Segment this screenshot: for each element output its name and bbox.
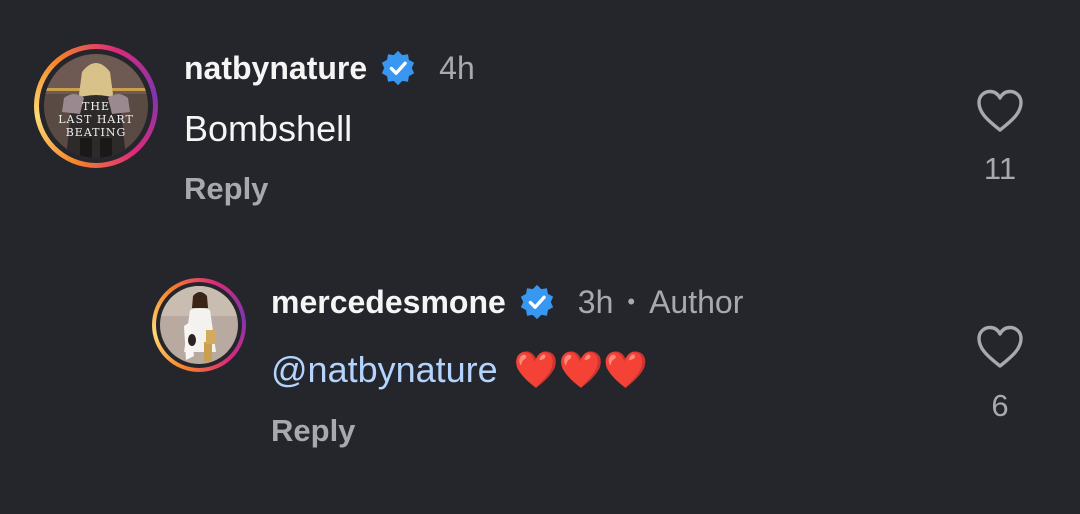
comment-text: Bombshell — [184, 108, 353, 149]
comment-time: 3h — [577, 283, 614, 320]
author-badge: Author — [649, 283, 744, 320]
reply-button[interactable]: Reply — [271, 413, 355, 449]
verified-badge-icon — [379, 49, 417, 87]
comment-natbynature: THE LAST HART BEATING natbynature 4h Bom… — [0, 0, 1080, 230]
mention-link[interactable]: @natbynature — [271, 349, 498, 390]
comment-mercedesmone: mercedesmone 3h • Author @natbynature ❤️… — [0, 240, 1080, 514]
comment-username[interactable]: mercedesmone — [271, 284, 506, 321]
avatar: THE LAST HART BEATING — [44, 54, 148, 158]
heart-outline-icon[interactable] — [976, 88, 1024, 134]
comment-username[interactable]: natbynature — [184, 50, 367, 87]
like-count: 11 — [983, 151, 1017, 186]
comments-screen: THE LAST HART BEATING natbynature 4h Bom… — [0, 0, 1080, 514]
like-count: 6 — [991, 388, 1009, 423]
heart-outline-icon[interactable] — [976, 324, 1024, 370]
avatar — [160, 286, 238, 364]
reply-button[interactable]: Reply — [184, 171, 268, 207]
avatar-title: THE LAST HART BEATING — [58, 100, 134, 139]
red-heart-emoji: ❤️❤️❤️ — [513, 350, 649, 391]
comment-text: @natbynature ❤️❤️❤️ — [271, 348, 648, 393]
avatar-ring[interactable]: THE LAST HART BEATING — [34, 44, 158, 168]
meta-separator: • — [627, 289, 636, 314]
comment-time: 4h — [439, 49, 475, 86]
avatar-ring[interactable] — [152, 278, 246, 372]
verified-badge-icon — [518, 283, 556, 321]
